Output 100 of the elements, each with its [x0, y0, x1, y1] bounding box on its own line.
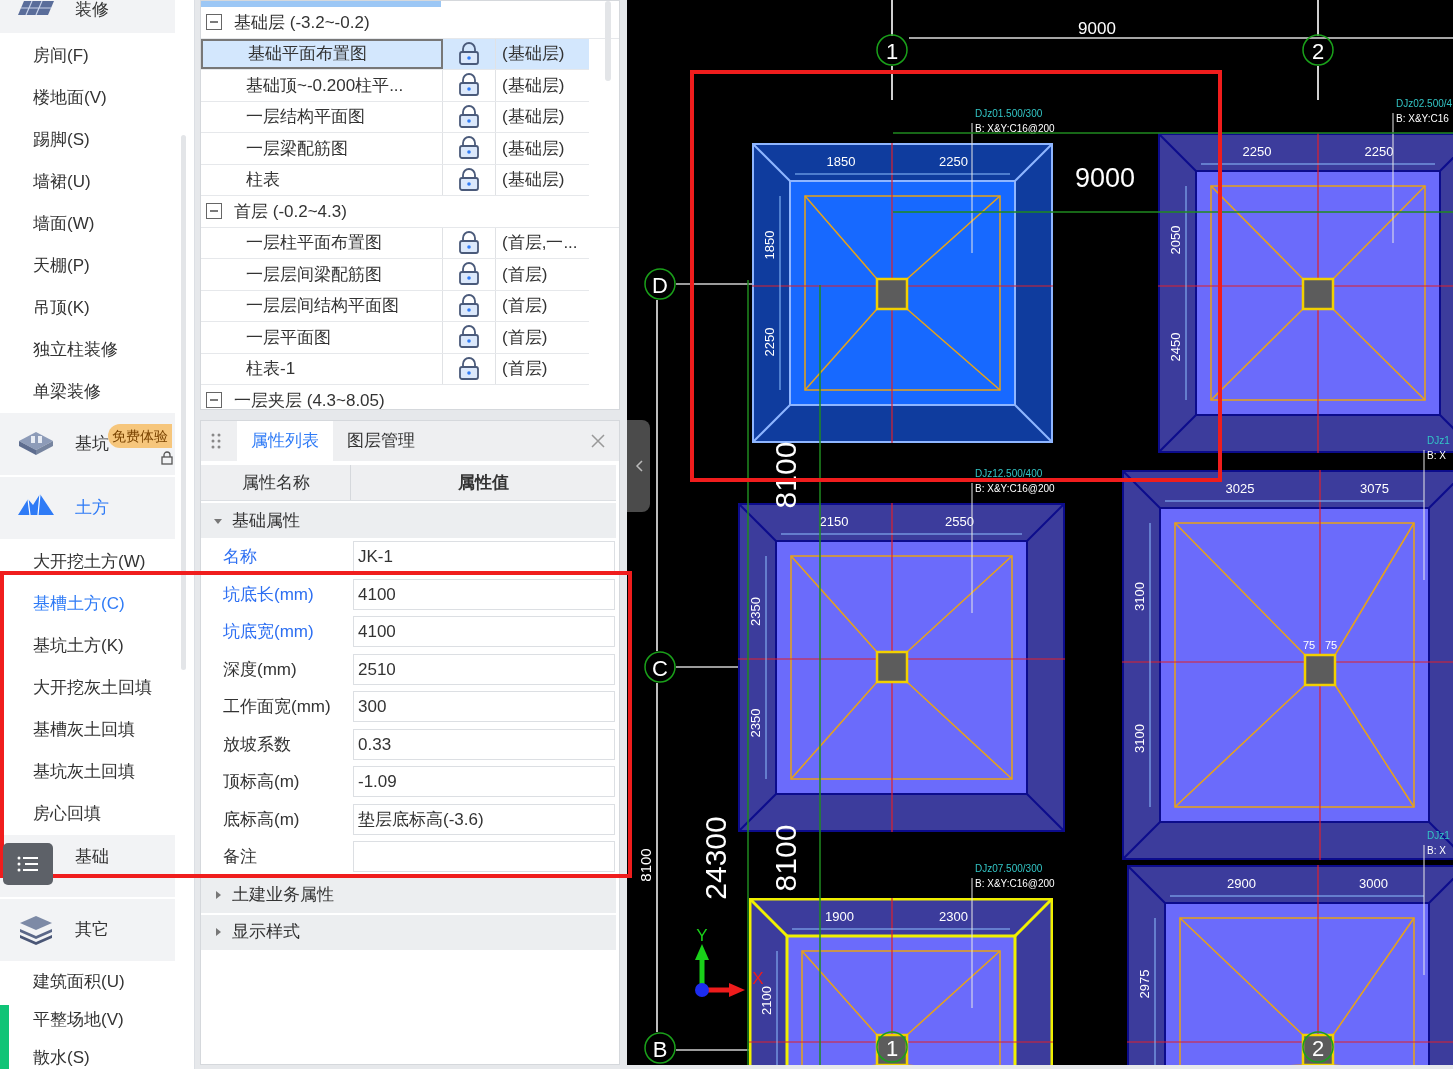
close-icon[interactable]	[591, 434, 605, 448]
sidebar-item[interactable]: 独立柱装修	[33, 340, 118, 360]
property-field[interactable]: 垫层底标高(-3.6)	[353, 803, 615, 835]
axis-label: 1	[885, 1035, 899, 1061]
sidebar-item[interactable]: 散水(S)	[33, 1048, 90, 1068]
property-field[interactable]: 2510	[353, 653, 615, 685]
tree-row[interactable]: 一层结构平面图 (基础层)	[201, 101, 589, 133]
sidebar-item[interactable]: 墙裙(U)	[33, 172, 91, 192]
drawing-name[interactable]: 基础顶~-0.200柱平...	[246, 72, 404, 98]
axis-bubble	[1302, 1031, 1334, 1063]
axis-label: 2	[1311, 38, 1325, 64]
tree-row[interactable]: 一层层间结构平面图 (首层)	[201, 290, 589, 322]
sidebar-item[interactable]: 墙面(W)	[33, 214, 95, 234]
axis-bubble	[876, 34, 908, 66]
collapse-icon[interactable]	[206, 203, 222, 220]
sidebar-item[interactable]: 单梁装修	[33, 382, 101, 402]
footing-label: DJz02.500/4	[1396, 97, 1453, 109]
tree-row[interactable]: 一层梁配筋图 (基础层)	[201, 133, 589, 165]
sidebar-item[interactable]: 基槽土方(C)	[33, 594, 125, 614]
property-field[interactable]: JK-1	[353, 541, 615, 573]
drag-handle-icon[interactable]	[211, 432, 221, 450]
dimension-text: 2975	[1136, 969, 1152, 999]
drawing-name[interactable]: 一层梁配筋图	[246, 135, 348, 161]
grid-line	[891, 65, 893, 101]
tree-row[interactable]: 一层层间梁配筋图 (首层)	[201, 259, 589, 291]
property-name: 顶标高(m)	[222, 771, 301, 793]
drawing-name[interactable]: 一层柱平面布置图	[246, 230, 382, 256]
tree-row[interactable]: 一层柱平面布置图 (首层,一...	[201, 227, 589, 259]
dimension-text: 75	[1302, 639, 1316, 651]
drawing-name[interactable]: 柱表	[246, 167, 280, 193]
footing-label: B: X&Y:C16@200	[975, 122, 1055, 134]
section-header[interactable]: 土建业务属性	[201, 877, 616, 913]
scrollbar[interactable]	[181, 135, 186, 670]
footing-label: DJz01.500/300	[975, 107, 1043, 119]
dimension-text: 2350	[747, 708, 763, 738]
floor-label: (基础层)	[502, 137, 565, 160]
category-label[interactable]: 土方	[75, 498, 109, 518]
tab[interactable]: 属性列表	[237, 421, 333, 461]
collapse-icon[interactable]	[206, 14, 222, 31]
sidebar-item[interactable]: 基坑土方(K)	[33, 636, 124, 656]
dimension-text: 2100	[758, 986, 774, 1015]
footing-label: DJz12.500/400	[975, 467, 1043, 479]
sidebar-item[interactable]: 楼地面(V)	[33, 88, 107, 108]
property-field[interactable]: 4100	[353, 616, 615, 648]
property-field[interactable]: 0.33	[353, 728, 615, 760]
property-field[interactable]	[353, 841, 615, 873]
category-label[interactable]: 基础	[75, 847, 109, 867]
status-strip	[0, 1005, 9, 1069]
property-field[interactable]: 300	[353, 691, 615, 723]
sidebar-item[interactable]: 踢脚(S)	[33, 130, 90, 150]
sidebar-item[interactable]: 天棚(P)	[33, 256, 90, 276]
tree-group-label[interactable]: 一层夹层 (4.3~8.05)	[234, 387, 385, 409]
tree-group-label[interactable]: 首层 (-0.2~4.3)	[234, 198, 347, 224]
dimension-text: 2350	[747, 597, 763, 626]
scrollbar[interactable]	[605, 1, 611, 81]
tree-row[interactable]: 一层平面图 (首层)	[201, 322, 589, 354]
property-field[interactable]: -1.09	[353, 766, 615, 798]
drawing-canvas[interactable]	[627, 0, 1453, 1065]
floor-label: (首层)	[502, 326, 548, 349]
promo-badge: 免费体验	[108, 424, 172, 448]
sidebar-item[interactable]: 房间(F)	[33, 46, 89, 66]
sidebar-item[interactable]: 吊顶(K)	[33, 298, 90, 318]
footing-label: DJz1	[1427, 829, 1450, 841]
collapse-icon[interactable]	[206, 392, 222, 409]
floor-label: (首层)	[502, 295, 548, 317]
category-label[interactable]: 其它	[75, 920, 109, 940]
property-name: 名称	[222, 546, 258, 568]
sidebar-item[interactable]: 建筑面积(U)	[33, 972, 125, 992]
dimension-text: 2250	[1242, 143, 1272, 159]
section-label: 土建业务属性	[232, 884, 334, 907]
section-header[interactable]: 基础属性	[201, 503, 616, 538]
footing-label: DJz1	[1427, 434, 1450, 446]
sidebar-item[interactable]: 大开挖土方(W)	[33, 552, 146, 572]
drawing-name[interactable]: 一层结构平面图	[246, 104, 365, 130]
chevron-left-icon	[634, 460, 643, 472]
section-header[interactable]: 显示样式	[201, 914, 616, 950]
sidebar-item[interactable]: 大开挖灰土回填	[33, 678, 152, 698]
tree-row[interactable]: 基础平面布置图 (基础层)	[201, 38, 589, 70]
drawing-name[interactable]: 一层层间梁配筋图	[246, 261, 382, 287]
drawing-name[interactable]: 一层平面图	[246, 324, 331, 350]
tab[interactable]: 图层管理	[333, 421, 429, 461]
sidebar-item[interactable]: 平整场地(V)	[33, 1010, 124, 1030]
tree-group-label[interactable]: 基础层 (-3.2~-0.2)	[234, 9, 370, 35]
axis-bubble	[1302, 34, 1334, 66]
sidebar-item[interactable]: 房心回填	[33, 804, 101, 824]
drawing-name[interactable]: 一层层间结构平面图	[246, 293, 399, 319]
menu-button[interactable]	[3, 843, 53, 885]
property-field[interactable]: 4100	[353, 578, 615, 610]
category-label[interactable]: 基坑	[75, 434, 109, 454]
drawing-name[interactable]: 柱表-1	[246, 356, 296, 382]
property-name: 深度(mm)	[222, 658, 298, 681]
footing-label: B: X&Y:C16@200	[975, 482, 1055, 494]
tree-row[interactable]: 基础顶~-0.200柱平... (基础层)	[201, 70, 589, 102]
sidebar-item[interactable]: 基槽灰土回填	[33, 720, 135, 740]
tile-icon	[18, 1, 54, 15]
tree-row[interactable]: 柱表-1 (首层)	[201, 353, 589, 385]
category-label[interactable]: 装修	[75, 0, 109, 20]
sidebar-item[interactable]: 基坑灰土回填	[33, 762, 135, 782]
grid-line	[891, 0, 893, 37]
tree-row[interactable]: 柱表 (基础层)	[201, 164, 589, 196]
